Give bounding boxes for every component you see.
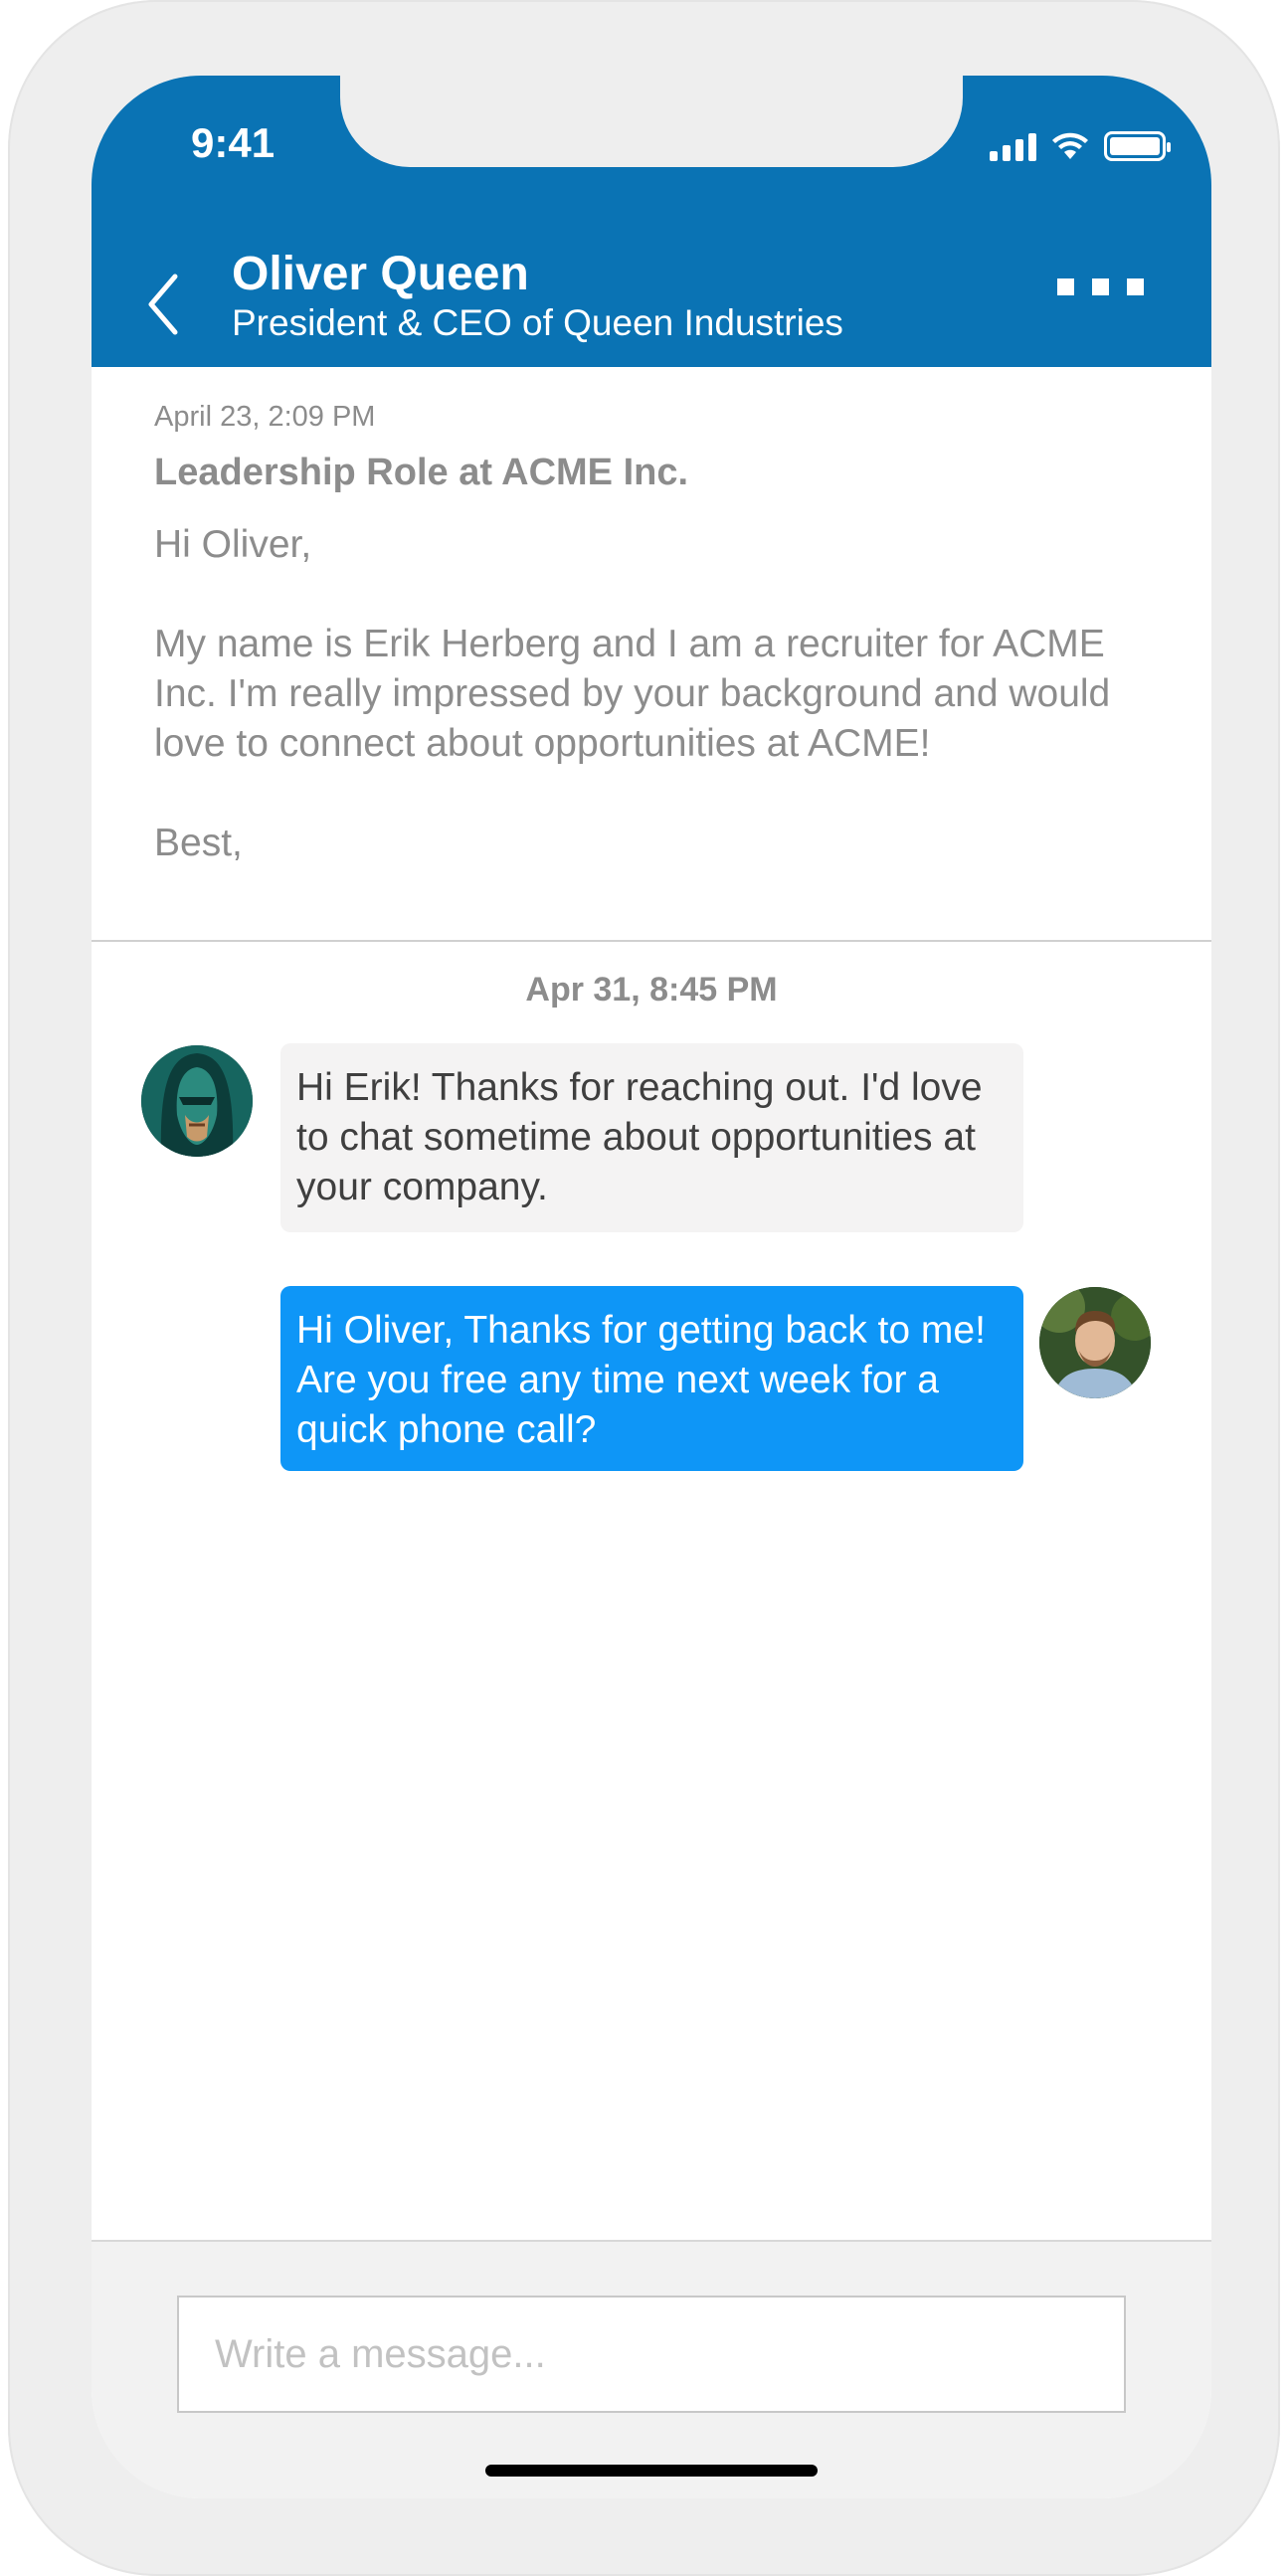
more-dot xyxy=(1057,278,1074,295)
intro-message-subject: Leadership Role at ACME Inc. xyxy=(154,452,689,493)
status-time: 9:41 xyxy=(191,119,276,166)
intro-message-date: April 23, 2:09 PM xyxy=(154,401,376,433)
section-divider xyxy=(92,940,1211,942)
status-icons xyxy=(990,125,1171,161)
message-bubble-incoming[interactable]: Hi Erik! Thanks for reaching out. I'd lo… xyxy=(280,1043,1023,1232)
intro-greeting: Hi Oliver, xyxy=(154,523,312,566)
message-composer xyxy=(92,2240,1211,2498)
home-indicator[interactable] xyxy=(485,2465,818,2477)
intro-body-text: My name is Erik Herberg and I am a recru… xyxy=(154,623,1111,765)
conversation-date: Apr 31, 8:45 PM xyxy=(525,971,778,1009)
message-bubble-outgoing[interactable]: Hi Oliver, Thanks for getting back to me… xyxy=(280,1286,1023,1471)
user-photo-avatar-icon xyxy=(1039,1287,1151,1398)
device-frame: 9:41 Oliver Queen President & CEO of Que… xyxy=(8,0,1280,2576)
contact-name[interactable]: Oliver Queen xyxy=(232,247,529,301)
wifi-icon xyxy=(1052,132,1088,159)
contact-headline: President & CEO of Queen Industries xyxy=(232,302,843,343)
more-dot xyxy=(1127,278,1144,295)
more-options-button[interactable] xyxy=(1057,278,1144,295)
intro-closing: Best, xyxy=(154,822,243,864)
message-input[interactable] xyxy=(177,2296,1126,2413)
conversation-header: 9:41 Oliver Queen President & CEO of Que… xyxy=(92,76,1211,367)
avatar-erik[interactable] xyxy=(1039,1287,1151,1398)
battery-icon xyxy=(1104,131,1171,161)
signal-icon xyxy=(990,131,1036,161)
back-button[interactable] xyxy=(137,265,197,344)
hooded-archer-avatar-icon xyxy=(141,1045,253,1157)
chevron-left-icon xyxy=(148,274,178,335)
more-dot xyxy=(1092,278,1109,295)
intro-message-body: Hi Oliver, My name is Erik Herberg and I… xyxy=(154,520,1159,868)
phone-screen: 9:41 Oliver Queen President & CEO of Que… xyxy=(92,76,1211,2498)
avatar-oliver[interactable] xyxy=(141,1045,253,1157)
device-notch xyxy=(340,76,963,167)
